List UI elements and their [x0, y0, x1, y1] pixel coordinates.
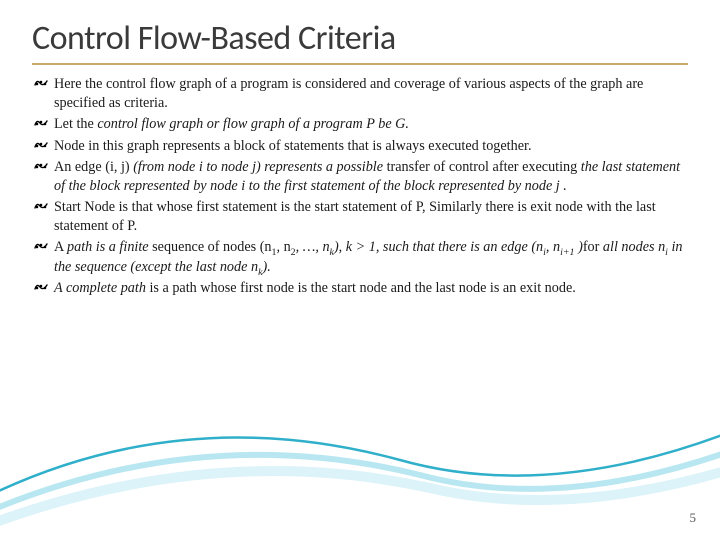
slide-content: Control Flow-Based Criteria Here the con… — [0, 0, 720, 298]
bullet-item: Here the control flow graph of a program… — [34, 75, 686, 113]
bullet-item: Start Node is that whose first statement… — [34, 198, 686, 236]
bullet-icon — [34, 239, 48, 257]
page-number: 5 — [690, 510, 697, 526]
bullet-icon — [34, 199, 48, 217]
slide-title: Control Flow-Based Criteria — [32, 18, 688, 65]
bullet-item: Let the control flow graph or flow graph… — [34, 115, 686, 134]
bullet-item: A complete path is a path whose first no… — [34, 279, 686, 298]
bullet-item: An edge (i, j) (from node i to node j) r… — [34, 158, 686, 196]
bullet-icon — [34, 159, 48, 177]
bullet-icon — [34, 138, 48, 156]
bullet-item: Node in this graph represents a block of… — [34, 137, 686, 156]
bullet-item: A path is a finite sequence of nodes (n1… — [34, 238, 686, 276]
bullet-icon — [34, 116, 48, 134]
bullet-list: Here the control flow graph of a program… — [32, 75, 688, 298]
bullet-icon — [34, 280, 48, 298]
bullet-icon — [34, 76, 48, 94]
decorative-swoosh — [0, 360, 720, 540]
